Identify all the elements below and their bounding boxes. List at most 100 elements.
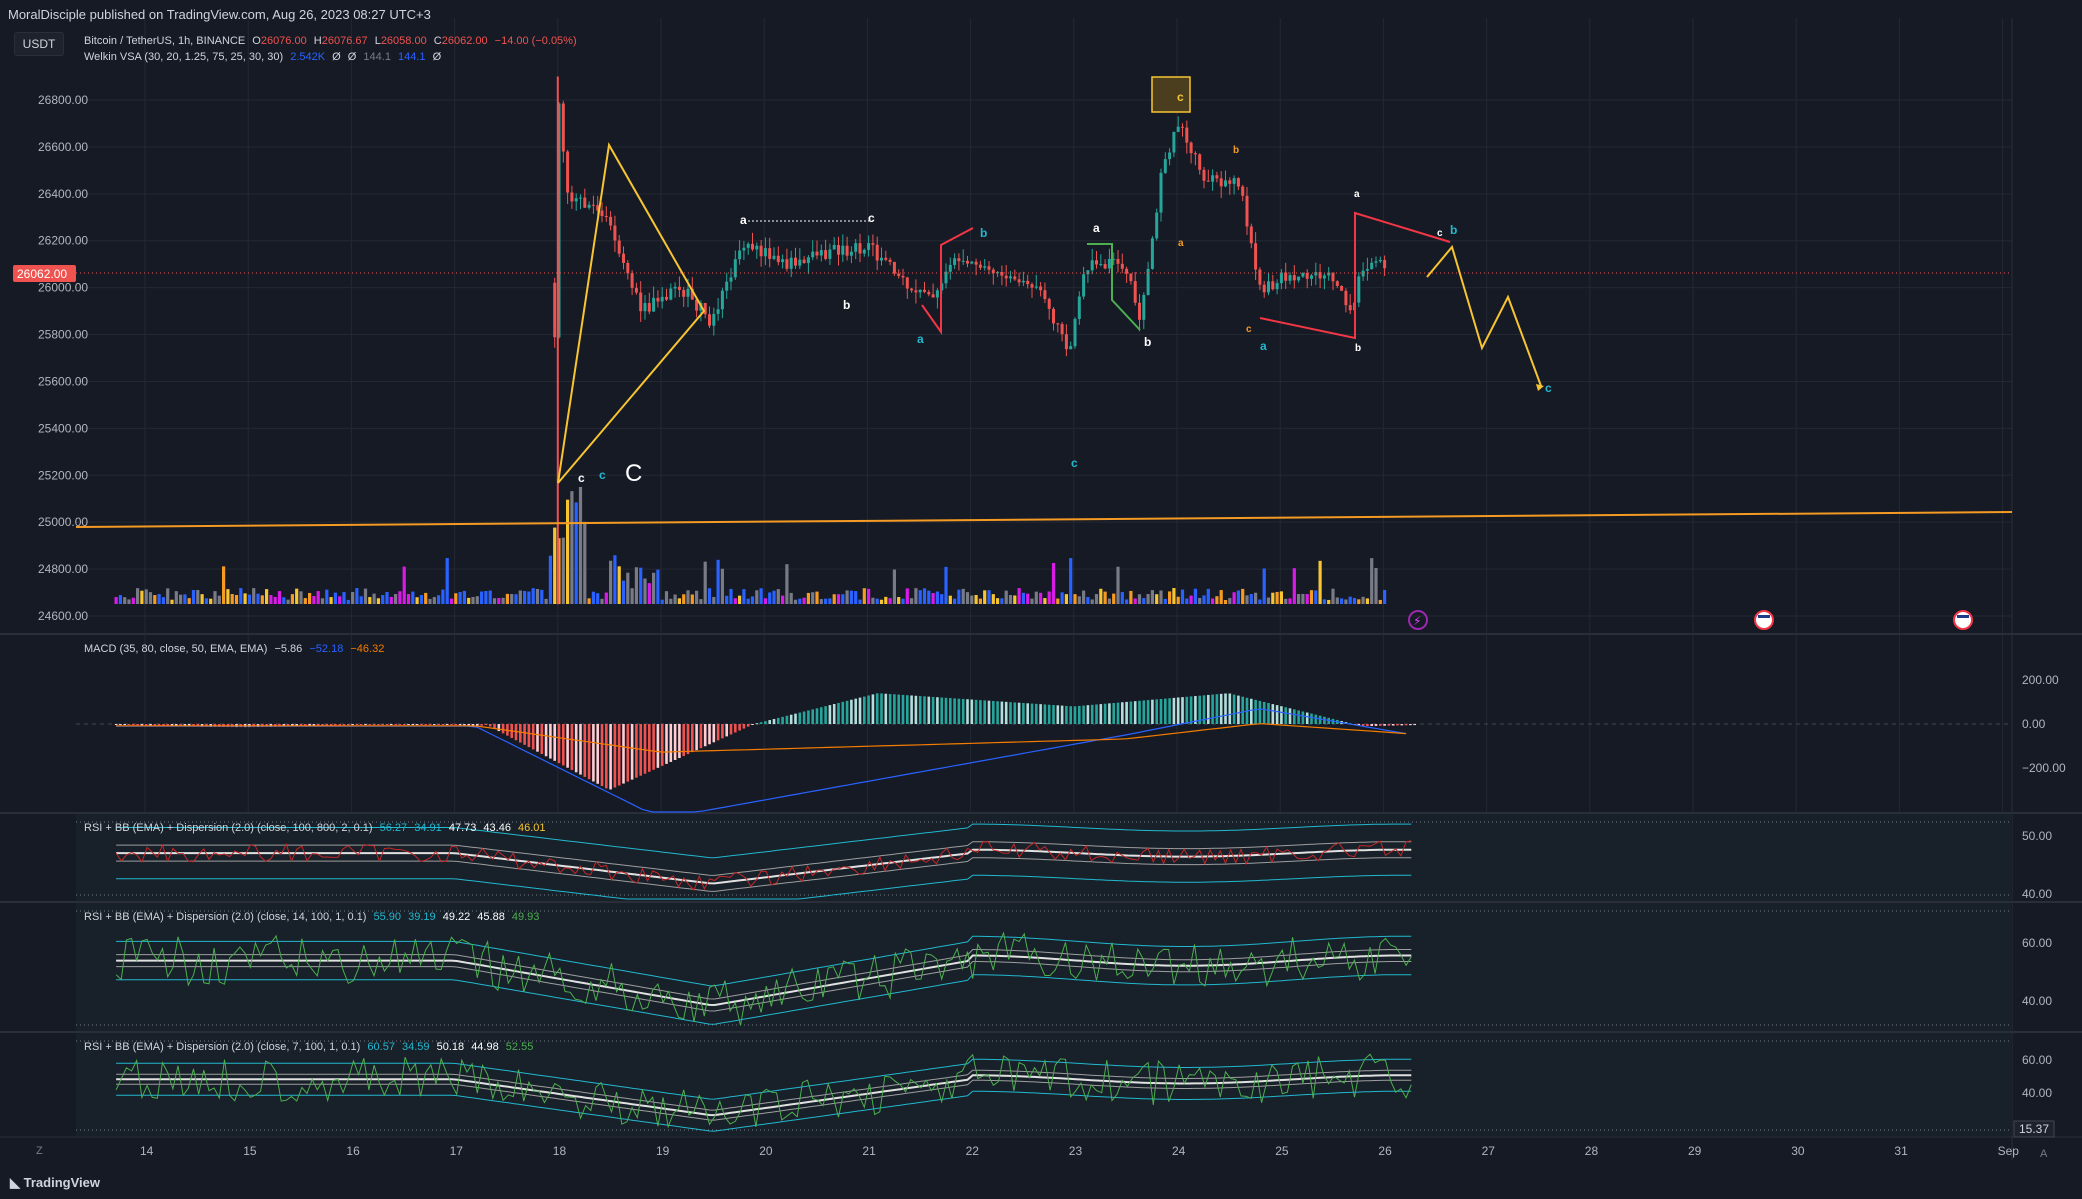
volume-bar — [768, 592, 772, 604]
volume-bar — [295, 588, 299, 604]
macd-hist-bar — [622, 724, 625, 784]
volume-bar — [652, 572, 656, 604]
candle-body — [1099, 264, 1103, 266]
volume-bar — [862, 588, 866, 604]
candle-body — [1004, 275, 1008, 279]
macd-hist-bar — [351, 724, 354, 726]
candle-body — [1310, 275, 1314, 279]
macd-hist-bar — [1185, 696, 1189, 724]
volume-bar — [957, 589, 961, 604]
macd-hist-bar — [695, 724, 698, 751]
macd-hist-bar — [673, 724, 677, 760]
volume-bar — [320, 598, 325, 604]
candle-body — [716, 309, 720, 314]
volume-bar — [927, 590, 931, 604]
macd-hist-bar — [467, 724, 471, 726]
macd-hist-bar — [587, 724, 591, 780]
boxed-c-marker[interactable] — [1151, 76, 1191, 113]
macd-hist-bar — [1271, 704, 1275, 724]
volume-bar — [265, 589, 269, 604]
rsi3-value: 52.55 — [505, 1041, 534, 1053]
candle-body — [622, 253, 626, 263]
main-legend[interactable]: Bitcoin / TetherUS, 1h, BINANCE O26076.0… — [84, 35, 581, 47]
volume-bar — [179, 594, 183, 604]
volume-bar — [570, 491, 574, 604]
candle-body — [1047, 299, 1051, 309]
macd-hist-bar — [334, 724, 337, 726]
vsa-value: Ø — [332, 51, 341, 63]
volume-bar — [892, 569, 897, 604]
candle-body — [1275, 283, 1279, 290]
volume-bar — [131, 597, 135, 604]
macd-hist-bar — [1047, 704, 1051, 724]
us-flag-event-icon[interactable] — [1953, 610, 1973, 630]
macd-signal-value: −46.32 — [350, 643, 385, 655]
macd-hist-bar — [630, 724, 634, 780]
macd-hist-bar — [441, 724, 445, 725]
macd-hist-bar — [600, 724, 604, 787]
candle-body — [1331, 272, 1335, 282]
macd-hist-bar — [501, 724, 505, 734]
volume-bar — [1361, 596, 1365, 604]
macd-hist-bar — [845, 700, 849, 724]
macd-hist-value: −5.86 — [274, 643, 303, 655]
wave-label: a — [1178, 238, 1184, 249]
macd-line-value: −52.18 — [309, 643, 344, 655]
volume-bar — [1198, 598, 1202, 604]
volume-bar — [815, 591, 819, 604]
volume-bar — [931, 593, 935, 604]
volume-bar — [1180, 589, 1185, 604]
candle-body — [871, 243, 875, 245]
volume-bar — [1279, 591, 1284, 604]
currency-button[interactable]: USDT — [14, 32, 64, 56]
rsi1-legend[interactable]: RSI + BB (EMA) + Dispersion (2.0) (close… — [84, 822, 550, 834]
volume-bar — [1266, 597, 1271, 604]
macd-hist-bar — [884, 693, 888, 724]
volume-bar — [372, 593, 376, 604]
vsa-legend[interactable]: Welkin VSA (30, 20, 1.25, 75, 25, 30, 30… — [84, 51, 445, 63]
rsi2-legend[interactable]: RSI + BB (EMA) + Dispersion (2.0) (close… — [84, 911, 543, 923]
macd-hist-bar — [1155, 699, 1159, 724]
macd-hist-bar — [1366, 724, 1369, 727]
candle-body — [1224, 180, 1228, 187]
candle-body — [1026, 280, 1030, 285]
volume-bar — [148, 592, 153, 604]
volume-bar — [475, 596, 479, 604]
volume-bar — [1241, 588, 1245, 604]
macd-hist-bar — [949, 698, 952, 724]
macd-hist-bar — [1262, 701, 1266, 724]
volume-bar — [1202, 595, 1206, 604]
rsi2-value: 39.19 — [408, 911, 436, 923]
candle-body — [1034, 286, 1038, 288]
volume-bar — [445, 558, 449, 604]
volume-bar — [639, 567, 643, 604]
volume-bar — [910, 598, 914, 604]
rsi-tick-label: 40.00 — [2022, 1086, 2052, 1100]
candle-body — [948, 264, 952, 272]
macd-hist-bar — [734, 724, 737, 733]
volume-bar — [703, 561, 707, 604]
us-flag-event-icon[interactable] — [1754, 610, 1774, 630]
macd-hist-bar — [703, 724, 707, 747]
volume-bar — [647, 583, 651, 604]
zoom-button[interactable]: Z — [36, 1145, 43, 1157]
time-axis[interactable]: 14 15 16 17 18 19 20 21 22 23 24 25 26 27 28 29 30 31 Sep — [140, 1144, 2019, 1158]
macd-legend[interactable]: MACD (35, 80, close, 50, EMA, EMA) −5.86… — [84, 643, 388, 655]
macd-hist-bar — [1116, 702, 1120, 724]
candle-body — [1082, 274, 1086, 297]
macd-hist-bar — [1288, 708, 1292, 724]
volume-bar — [290, 594, 295, 604]
candle-body — [832, 244, 836, 250]
volume-bar — [544, 598, 548, 604]
macd-hist-bar — [1133, 701, 1137, 724]
volume-bar — [1137, 594, 1142, 604]
macd-hist-bar — [987, 700, 991, 724]
volume-bar — [918, 590, 922, 604]
macd-hist-bar — [1189, 696, 1193, 724]
chart-canvas[interactable]: c c C a c b a b c a b c b a c a a b c b … — [0, 0, 2082, 1199]
time-tick-label: 16 — [346, 1144, 360, 1158]
rsi3-legend[interactable]: RSI + BB (EMA) + Dispersion (2.0) (close… — [84, 1041, 537, 1053]
auto-scale-button[interactable]: A — [2040, 1148, 2048, 1160]
candle-body — [669, 288, 673, 300]
candle-body — [845, 245, 849, 256]
